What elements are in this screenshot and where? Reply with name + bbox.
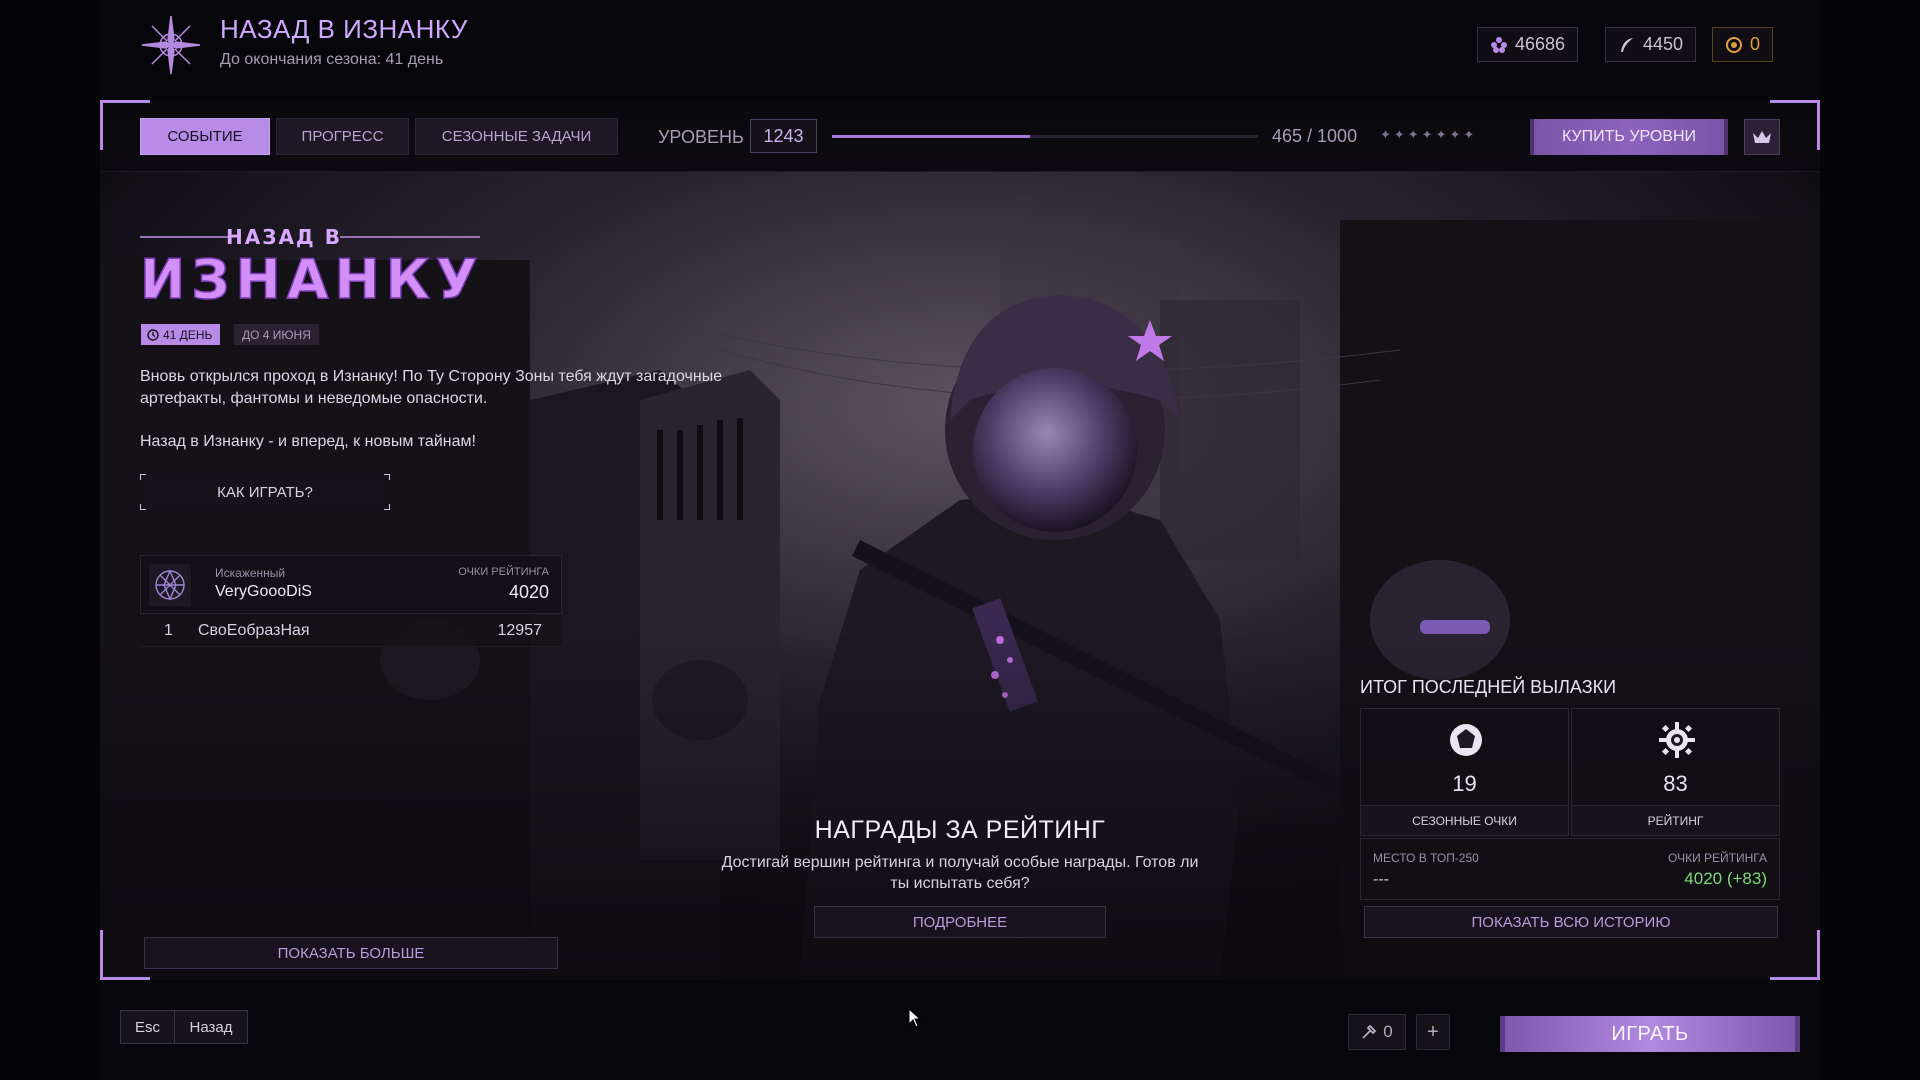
rating-points-total-value: 4020 (+83) [1684, 869, 1767, 888]
leader-name: СвоЕобразНая [198, 622, 310, 639]
tools-count: 0 [1383, 1022, 1393, 1041]
add-tools-button[interactable]: + [1416, 1014, 1450, 1050]
corner-decoration [384, 504, 390, 510]
coins-value: 0 [1750, 34, 1761, 54]
event-tagline: Назад в Изнанку - и вперед, к новым тайн… [140, 433, 476, 450]
season-emblem-icon [141, 15, 201, 75]
rewards-title: НАГРАДЫ ЗА РЕЙТИНГ [814, 816, 1106, 844]
panel-corner-accent [100, 930, 103, 980]
buy-levels-button[interactable]: КУПИТЬ УРОВНИ [1530, 119, 1728, 155]
rating-box: 83 РЕЙТИНГ [1571, 708, 1780, 836]
artifacts-value: 46686 [1515, 34, 1566, 54]
panel-corner-accent [100, 100, 103, 150]
event-panel: СОБЫТИЕ ПРОГРЕСС СЕЗОННЫЕ ЗАДАЧИ УРОВЕНЬ… [100, 100, 1820, 980]
level-value: 1243 [750, 119, 817, 153]
level-progress-fill [832, 135, 1031, 138]
header: НАЗАД В ИЗНАНКУ До окончания сезона: 41 … [100, 0, 1820, 100]
level-label: УРОВЕНЬ [658, 127, 744, 147]
player-name: VeryGoooDiS [215, 583, 312, 600]
mouse-cursor-icon [908, 1008, 922, 1028]
feather-icon [1621, 37, 1633, 52]
event-logo: НАЗАД В ИЗНАНКУ [140, 225, 484, 312]
panel-corner-accent [1817, 100, 1820, 150]
level-progress-bar [832, 135, 1258, 138]
tools-counter[interactable]: 0 [1348, 1014, 1406, 1050]
footer: Esc Назад 0 + ИГРАТЬ [100, 980, 1820, 1080]
season-points-box: 19 СЕЗОННЫЕ ОЧКИ [1360, 708, 1569, 836]
top-250-box: МЕСТО В ТОП-250 --- ОЧКИ РЕЙТИНГА 4020 (… [1360, 838, 1780, 900]
rating-label: РЕЙТИНГ [1572, 805, 1779, 835]
crown-icon [1753, 131, 1771, 143]
how-to-play-button[interactable]: КАК ИГРАТЬ? [140, 474, 390, 510]
clock-icon [147, 328, 159, 341]
event-description: Вновь открылся проход в Изнанку! По Ту С… [140, 368, 723, 407]
season-points-label: СЕЗОННЫЕ ОЧКИ [1361, 805, 1568, 835]
player-faction: Искаженный [215, 566, 286, 580]
event-logo-line1: НАЗАД В [226, 225, 342, 249]
last-raid-title: ИТОГ ПОСЛЕДНЕЙ ВЫЛАЗКИ [1360, 677, 1617, 697]
corner-decoration [384, 474, 390, 480]
panel-corner-accent [100, 100, 150, 103]
show-history-button[interactable]: ПОКАЗАТЬ ВСЮ ИСТОРИЮ [1364, 906, 1778, 938]
feathers-value: 4450 [1643, 34, 1684, 54]
page-title: НАЗАД В ИЗНАНКУ [220, 14, 468, 44]
season-points-icon [1450, 724, 1482, 756]
wrench-icon [1362, 1024, 1377, 1039]
corner-decoration [140, 504, 146, 510]
currency-artifacts[interactable]: 46686 [1477, 27, 1579, 62]
rating-value: 83 [1663, 771, 1688, 796]
event-logo-line2: ИЗНАНКУ [140, 248, 484, 311]
panel-corner-accent [1817, 930, 1820, 980]
panel-corner-accent [1770, 100, 1820, 103]
artifact-icon [1491, 36, 1507, 53]
player-rating-points: 4020 [508, 582, 549, 602]
esc-key-hint: Esc [121, 1011, 175, 1043]
back-label: Назад [189, 1018, 233, 1036]
leader-position: 1 [164, 622, 173, 639]
tab-progress[interactable]: ПРОГРЕСС [276, 118, 409, 155]
level-stars-icon: ✦✦✦✦✦✦✦ [1380, 127, 1478, 142]
rating-points-label: ОЧКИ РЕЙТИНГА [458, 566, 549, 578]
how-to-play-label: КАК ИГРАТЬ? [217, 483, 313, 501]
event-topbar: СОБЫТИЕ ПРОГРЕСС СЕЗОННЫЕ ЗАДАЧИ УРОВЕНЬ… [100, 100, 1820, 172]
details-button[interactable]: ПОДРОБНЕЕ [814, 906, 1106, 938]
back-button[interactable]: Esc Назад [120, 1010, 248, 1044]
days-left-text: 41 ДЕНЬ [163, 327, 213, 342]
player-rating-card[interactable]: Искаженный VeryGoooDiS ОЧКИ РЕЙТИНГА 402… [140, 555, 562, 614]
top-place-value: --- [1373, 871, 1389, 888]
rating-gear-icon [1659, 722, 1695, 758]
currency-coins[interactable]: 0 [1712, 27, 1774, 62]
top-place-label: МЕСТО В ТОП-250 [1373, 851, 1479, 865]
faction-avatar-icon [149, 564, 191, 606]
coin-icon [1726, 36, 1742, 53]
show-more-button[interactable]: ПОКАЗАТЬ БОЛЬШЕ [144, 937, 558, 969]
leaderboard-row[interactable]: 1 СвоЕобразНая 12957 [140, 615, 562, 647]
leader-score: 12957 [497, 622, 543, 639]
rating-points-total-label: ОЧКИ РЕЙТИНГА [1668, 851, 1767, 865]
tab-event[interactable]: СОБЫТИЕ [140, 118, 270, 155]
level-progress-text: 465 / 1000 [1272, 126, 1358, 146]
days-left-badge: 41 ДЕНЬ [141, 324, 221, 345]
premium-crown-button[interactable] [1744, 119, 1780, 155]
end-date-badge: ДО 4 ИЮНЯ [234, 324, 319, 345]
currency-feathers[interactable]: 4450 [1605, 27, 1697, 62]
play-button[interactable]: ИГРАТЬ [1500, 1016, 1800, 1052]
rewards-description: Достигай вершин рейтинга и получай особы… [721, 854, 1199, 892]
season-countdown: До окончания сезона: 41 день [220, 51, 444, 68]
season-points-value: 19 [1452, 771, 1477, 796]
corner-decoration [140, 474, 146, 480]
tab-season-tasks[interactable]: СЕЗОННЫЕ ЗАДАЧИ [415, 118, 618, 155]
